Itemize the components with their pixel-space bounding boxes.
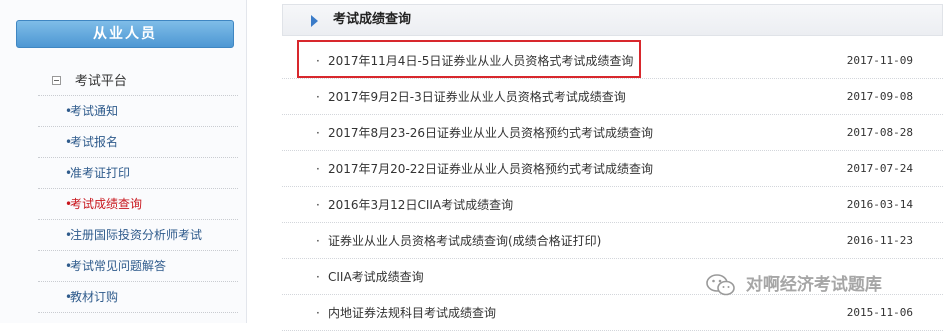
result-date: 2017-11-09 (846, 54, 913, 67)
result-title-link[interactable]: 2017年11月4日-5日证券业从业人员资格式考试成绩查询 (328, 43, 633, 79)
sidebar-item-label: 考试成绩查询 (70, 197, 143, 211)
result-date: 2016-11-23 (846, 234, 913, 247)
bullet-icon: · (316, 162, 320, 176)
result-title-link[interactable]: 2017年9月2日-3日证券业从业人员资格式考试成绩查询 (328, 79, 626, 115)
bullet-icon: • (65, 197, 73, 211)
sidebar-nav-item[interactable]: • 考试成绩查询 (38, 189, 238, 220)
result-title-link[interactable]: 证券业从业人员资格考试成绩查询(成绩合格证打印) (328, 223, 601, 259)
page-title: 考试成绩查询 (333, 12, 412, 27)
bullet-icon: • (65, 290, 73, 304)
sidebar-item-label: 考试通知 (70, 104, 119, 118)
result-row[interactable]: · 2016年3月12日CIIA考试成绩查询 2016-03-14 (282, 187, 943, 223)
result-row[interactable]: · 2017年11月4日-5日证券业从业人员资格式考试成绩查询 2017-11-09 (282, 40, 943, 79)
sidebar-header: 从业人员 (16, 20, 234, 48)
bullet-icon: · (316, 54, 320, 68)
result-title-link[interactable]: 2017年8月23-26日证券业从业人员资格预约式考试成绩查询 (328, 115, 653, 151)
sidebar-nav-item[interactable]: • 教材订购 (38, 282, 238, 313)
sidebar-item-label: 准考证打印 (70, 166, 131, 180)
bullet-icon: • (65, 104, 73, 118)
bullet-icon: • (65, 259, 73, 273)
result-title-link[interactable]: CIIA考试成绩查询 (328, 259, 424, 295)
nav-list: • 考试通知 • 考试报名 • 准考证打印 • 考试成绩查询 • 注册国际投资分析师考试 • 考试常见… (38, 96, 238, 313)
result-row[interactable]: · 2017年8月23-26日证券业从业人员资格预约式考试成绩查询 2017-08-… (282, 115, 943, 151)
sidebar-item-label: 考试报名 (70, 135, 119, 149)
result-row[interactable]: · 内地证券法规科目考试成绩查询 2015-11-06 (282, 295, 943, 331)
sidebar-nav-item[interactable]: • 准考证打印 (38, 158, 238, 189)
nav-group-label: 考试平台 (74, 74, 127, 89)
bullet-icon: · (316, 198, 320, 212)
nav-group-exam-platform[interactable]: 考试平台 (38, 66, 238, 96)
main-content: 考试成绩查询 · 2017年11月4日-5日证券业从业人员资格式考试成绩查询 201… (282, 0, 943, 331)
bullet-icon: • (65, 166, 73, 180)
result-date: 2017-09-08 (846, 90, 913, 103)
result-date: 2015-11-06 (846, 306, 913, 319)
sidebar: 从业人员 考试平台 • 考试通知 • 考试报名 • 准考证打印 • 考试成绩查询 • 注册国际投资… (0, 0, 247, 323)
sidebar-item-label: 教材订购 (70, 290, 119, 304)
bullet-icon: · (316, 306, 320, 320)
bullet-icon: • (65, 135, 73, 149)
bullet-icon: · (316, 270, 320, 284)
result-title-link[interactable]: 2017年7月20-22日证券业从业人员资格预约式考试成绩查询 (328, 151, 653, 187)
result-row[interactable]: · CIIA考试成绩查询 (282, 259, 943, 295)
section-title-bar: 考试成绩查询 (282, 4, 943, 36)
result-row[interactable]: · 证券业从业人员资格考试成绩查询(成绩合格证打印) 2016-11-23 (282, 223, 943, 259)
result-row[interactable]: · 2017年9月2日-3日证券业从业人员资格式考试成绩查询 2017-09-08 (282, 79, 943, 115)
sidebar-item-label: 注册国际投资分析师考试 (70, 228, 203, 242)
result-date: 2017-07-24 (846, 162, 913, 175)
bullet-icon: · (316, 90, 320, 104)
bullet-icon: • (65, 228, 73, 242)
sidebar-nav-item[interactable]: • 考试报名 (38, 127, 238, 158)
result-title-link[interactable]: 2016年3月12日CIIA考试成绩查询 (328, 187, 513, 223)
result-date: 2017-08-28 (846, 126, 913, 139)
sidebar-nav-item[interactable]: • 考试通知 (38, 96, 238, 127)
result-row[interactable]: · 2017年7月20-22日证券业从业人员资格预约式考试成绩查询 2017-07-… (282, 151, 943, 187)
bullet-icon: · (316, 126, 320, 140)
sidebar-nav-item[interactable]: • 考试常见问题解答 (38, 251, 238, 282)
results-list: · 2017年11月4日-5日证券业从业人员资格式考试成绩查询 2017-11-09… (282, 40, 943, 331)
result-title-link[interactable]: 内地证券法规科目考试成绩查询 (328, 295, 496, 331)
sidebar-nav-item[interactable]: • 注册国际投资分析师考试 (38, 220, 238, 251)
bullet-icon: · (316, 234, 320, 248)
result-date: 2016-03-14 (846, 198, 913, 211)
collapse-icon[interactable] (52, 76, 61, 85)
sidebar-item-label: 考试常见问题解答 (70, 259, 167, 273)
arrow-right-icon (311, 15, 318, 27)
